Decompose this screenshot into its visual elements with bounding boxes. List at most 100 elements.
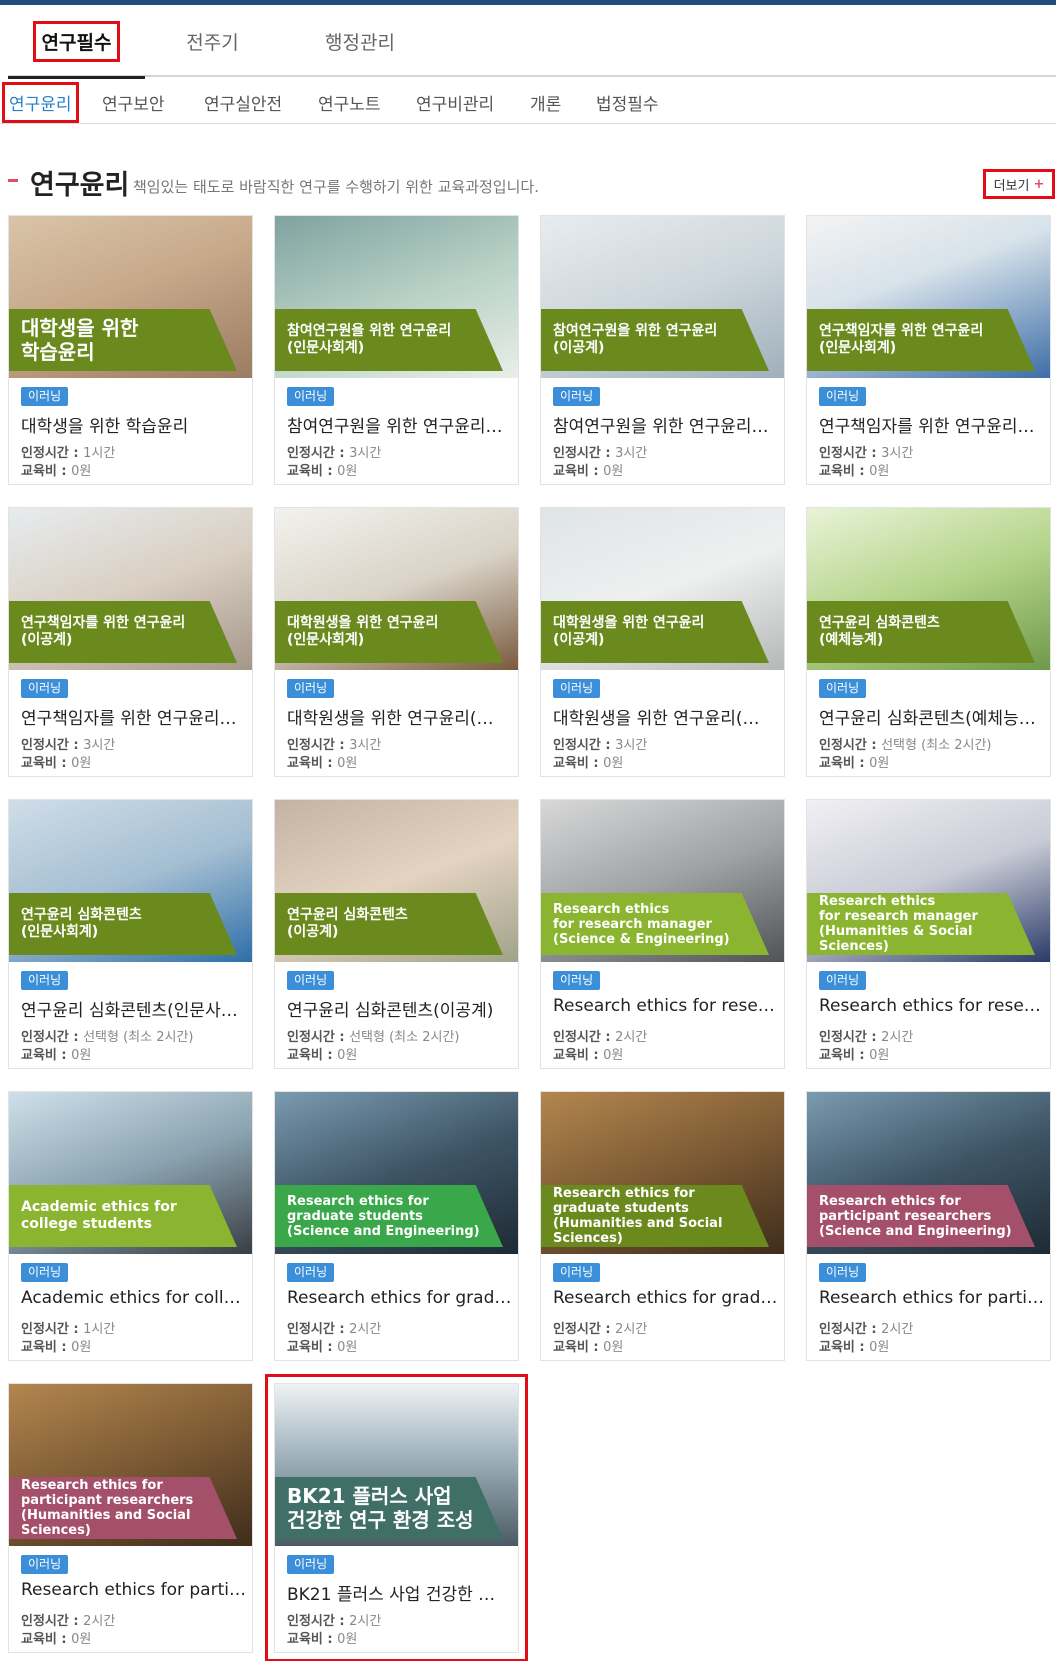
subtab-research-notes[interactable]: 연구노트 xyxy=(318,80,381,124)
elearning-badge: 이러닝 xyxy=(287,971,335,990)
hours-label: 인정시간 : xyxy=(21,1030,84,1045)
course-title[interactable]: 참여연구원을 위한 연구윤리… xyxy=(553,412,778,437)
course-thumbnail[interactable]: Research ethics for participant research… xyxy=(9,1384,252,1546)
elearning-badge: 이러닝 xyxy=(21,1555,69,1574)
tab-lifecycle[interactable]: 전주기 xyxy=(145,5,280,77)
subtab-introduction[interactable]: 개론 xyxy=(530,80,561,124)
main-tabs: 연구필수 전주기 행정관리 xyxy=(8,5,1056,79)
course-thumbnail[interactable]: 대학생을 위한 학습윤리 xyxy=(9,216,252,378)
course-hours: 인정시간 : 2시간 xyxy=(21,1610,115,1629)
course-banner-text: 참여연구원을 위한 연구윤리 (이공계) xyxy=(553,323,718,356)
course-banner: 참여연구원을 위한 연구윤리 (이공계) xyxy=(541,309,769,371)
hours-label: 인정시간 : xyxy=(21,446,84,461)
course-thumbnail[interactable]: 연구책임자를 위한 연구윤리 (인문사회계) xyxy=(807,216,1050,378)
course-title[interactable]: 참여연구원을 위한 연구윤리… xyxy=(287,412,512,437)
subtab-lab-safety[interactable]: 연구실안전 xyxy=(204,80,282,124)
course-card[interactable]: 연구책임자를 위한 연구윤리 (인문사회계) 이러닝 연구책임자를 위한 연구윤리…… xyxy=(806,215,1051,485)
hours-label: 인정시간 : xyxy=(287,1614,350,1629)
subtab-research-security[interactable]: 연구보안 xyxy=(102,80,165,124)
course-thumbnail[interactable]: 참여연구원을 위한 연구윤리 (인문사회계) xyxy=(275,216,518,378)
course-thumbnail[interactable]: 연구윤리 심화콘텐츠 (예체능계) xyxy=(807,508,1050,670)
hours-value: 3시간 xyxy=(615,446,648,461)
course-thumbnail[interactable]: 참여연구원을 위한 연구윤리 (이공계) xyxy=(541,216,784,378)
course-card[interactable]: 연구책임자를 위한 연구윤리 (이공계) 이러닝 연구책임자를 위한 연구윤리… 인정… xyxy=(8,507,253,777)
course-thumbnail[interactable]: Research ethics for graduate students (H… xyxy=(541,1092,784,1254)
tab-research-required[interactable]: 연구필수 xyxy=(8,5,145,79)
course-title[interactable]: 연구윤리 심화콘텐츠(이공계) xyxy=(287,996,512,1021)
fee-label: 교육비 : xyxy=(553,1340,604,1355)
course-title[interactable]: Research ethics for resear… xyxy=(819,996,1044,1016)
subtab-label: 연구노트 xyxy=(318,94,381,115)
course-title[interactable]: 연구책임자를 위한 연구윤리… xyxy=(21,704,246,729)
course-card[interactable]: Research ethics for research manager (Hu… xyxy=(806,799,1051,1069)
course-title[interactable]: 대학원생을 위한 연구윤리(… xyxy=(553,704,778,729)
fee-value: 0원 xyxy=(869,756,890,771)
course-thumbnail[interactable]: 대학원생을 위한 연구윤리 (이공계) xyxy=(541,508,784,670)
course-banner-text: Research ethics for participant research… xyxy=(819,1193,1012,1239)
hours-label: 인정시간 : xyxy=(553,738,616,753)
fee-label: 교육비 : xyxy=(553,756,604,771)
course-title[interactable]: 대학생을 위한 학습윤리 xyxy=(21,412,246,437)
course-hours: 인정시간 : 2시간 xyxy=(553,1318,647,1337)
course-title[interactable]: Research ethics for resear… xyxy=(553,996,778,1016)
course-thumbnail[interactable]: BK21 플러스 사업 건강한 연구 환경 조성 xyxy=(275,1384,518,1546)
course-card[interactable]: 대학원생을 위한 연구윤리 (이공계) 이러닝 대학원생을 위한 연구윤리(… 인정시… xyxy=(540,507,785,777)
course-title[interactable]: BK21 플러스 사업 건강한 … xyxy=(287,1580,512,1605)
course-thumbnail[interactable]: Academic ethics for college students xyxy=(9,1092,252,1254)
subtab-fund-management[interactable]: 연구비관리 xyxy=(416,80,494,124)
course-thumbnail[interactable]: 연구윤리 심화콘텐츠 (이공계) xyxy=(275,800,518,962)
hours-value: 3시간 xyxy=(615,738,648,753)
course-banner: 연구윤리 심화콘텐츠 (이공계) xyxy=(275,893,503,955)
course-title[interactable]: Research ethics for partici… xyxy=(21,1580,246,1600)
course-thumbnail[interactable]: 연구책임자를 위한 연구윤리 (이공계) xyxy=(9,508,252,670)
course-card[interactable]: Research ethics for research manager (Sc… xyxy=(540,799,785,1069)
course-fee: 교육비 : 0원 xyxy=(553,752,623,771)
course-banner: Research ethics for graduate students (H… xyxy=(541,1185,769,1247)
course-title[interactable]: Research ethics for partici… xyxy=(819,1288,1044,1308)
fee-value: 0원 xyxy=(603,1340,624,1355)
course-thumbnail[interactable]: Research ethics for graduate students (S… xyxy=(275,1092,518,1254)
course-banner-text: 대학원생을 위한 연구윤리 (이공계) xyxy=(553,615,705,648)
plus-icon: + xyxy=(1033,176,1045,192)
course-card[interactable]: 참여연구원을 위한 연구윤리 (이공계) 이러닝 참여연구원을 위한 연구윤리… 인정… xyxy=(540,215,785,485)
course-card[interactable]: Research ethics for graduate students (H… xyxy=(540,1091,785,1361)
course-card[interactable]: Research ethics for participant research… xyxy=(8,1383,253,1653)
hours-label: 인정시간 : xyxy=(287,1322,350,1337)
course-card[interactable]: 대학생을 위한 학습윤리 이러닝 대학생을 위한 학습윤리 인정시간 : 1시간 교육비… xyxy=(8,215,253,485)
subtab-research-ethics[interactable]: 연구윤리 xyxy=(2,80,79,124)
course-card[interactable]: 대학원생을 위한 연구윤리 (인문사회계) 이러닝 대학원생을 위한 연구윤리(… 인… xyxy=(274,507,519,777)
hours-value: 선택형 (최소 2시간) xyxy=(881,738,992,753)
course-title[interactable]: 연구책임자를 위한 연구윤리… xyxy=(819,412,1044,437)
course-title[interactable]: Research ethics for gradu… xyxy=(287,1288,512,1308)
course-fee: 교육비 : 0원 xyxy=(553,1044,623,1063)
course-card[interactable]: BK21 플러스 사업 건강한 연구 환경 조성 이러닝 BK21 플러스 사업 건… xyxy=(265,1374,528,1661)
subtab-legal-required[interactable]: 법정필수 xyxy=(596,80,659,124)
course-card[interactable]: Research ethics for participant research… xyxy=(806,1091,1051,1361)
fee-label: 교육비 : xyxy=(21,1340,72,1355)
course-title[interactable]: 대학원생을 위한 연구윤리(… xyxy=(287,704,512,729)
course-thumbnail[interactable]: Research ethics for research manager (Sc… xyxy=(541,800,784,962)
course-banner-text: 참여연구원을 위한 연구윤리 (인문사회계) xyxy=(287,323,452,356)
course-card[interactable]: 연구윤리 심화콘텐츠 (이공계) 이러닝 연구윤리 심화콘텐츠(이공계) 인정시간 :… xyxy=(274,799,519,1069)
course-banner: Academic ethics for college students xyxy=(9,1185,237,1247)
course-title[interactable]: 연구윤리 심화콘텐츠(예체능… xyxy=(819,704,1044,729)
course-thumbnail[interactable]: Research ethics for research manager (Hu… xyxy=(807,800,1050,962)
tab-administration[interactable]: 행정관리 xyxy=(280,5,440,77)
course-card[interactable]: 연구윤리 심화콘텐츠 (인문사회계) 이러닝 연구윤리 심화콘텐츠(인문사… 인정시간… xyxy=(8,799,253,1069)
more-button[interactable]: 더보기 + xyxy=(983,169,1055,199)
course-thumbnail[interactable]: Research ethics for participant research… xyxy=(807,1092,1050,1254)
course-fee: 교육비 : 0원 xyxy=(819,752,889,771)
course-card[interactable]: 연구윤리 심화콘텐츠 (예체능계) 이러닝 연구윤리 심화콘텐츠(예체능… 인정시간 … xyxy=(806,507,1051,777)
course-card[interactable]: 참여연구원을 위한 연구윤리 (인문사회계) 이러닝 참여연구원을 위한 연구윤리…… xyxy=(274,215,519,485)
hours-value: 2시간 xyxy=(83,1614,116,1629)
course-title[interactable]: 연구윤리 심화콘텐츠(인문사… xyxy=(21,996,246,1021)
course-title[interactable]: Research ethics for gradu… xyxy=(553,1288,778,1308)
course-card[interactable]: Academic ethics for college students 이러닝 A… xyxy=(8,1091,253,1361)
course-thumbnail[interactable]: 대학원생을 위한 연구윤리 (인문사회계) xyxy=(275,508,518,670)
course-thumbnail[interactable]: 연구윤리 심화콘텐츠 (인문사회계) xyxy=(9,800,252,962)
hours-label: 인정시간 : xyxy=(553,1030,616,1045)
course-card[interactable]: Research ethics for graduate students (S… xyxy=(274,1091,519,1361)
course-title[interactable]: Academic ethics for colle… xyxy=(21,1288,246,1308)
fee-label: 교육비 : xyxy=(287,1048,338,1063)
course-hours: 인정시간 : 3시간 xyxy=(819,442,913,461)
